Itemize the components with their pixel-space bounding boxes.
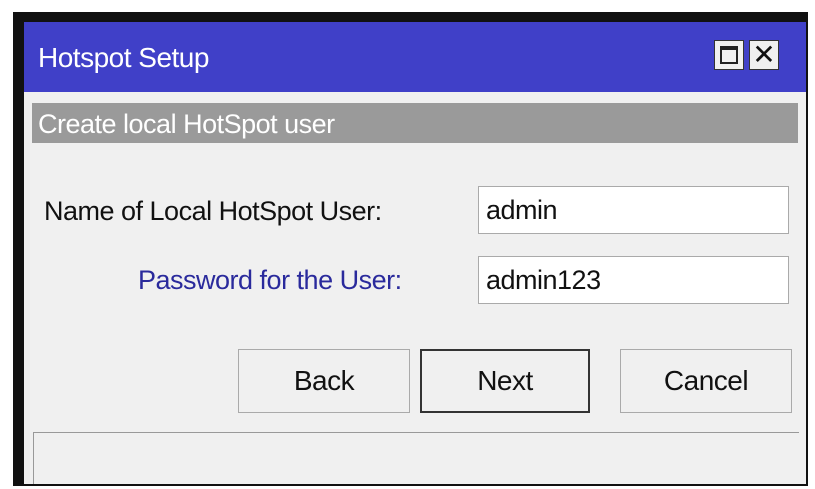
password-label: Password for the User: [138,265,402,295]
close-icon: ✕ [752,39,776,70]
username-input[interactable]: admin [478,186,789,234]
section-title: Create local HotSpot user [38,109,335,139]
username-label: Name of Local HotSpot User: [44,196,382,226]
status-bar [33,432,799,484]
dialog-window: Hotspot Setup ✕ Create local HotSpot use… [13,12,808,486]
next-button[interactable]: Next [420,349,590,413]
maximize-button[interactable] [714,40,744,70]
screenshot-frame: Hotspot Setup ✕ Create local HotSpot use… [0,0,815,489]
section-header: Create local HotSpot user [32,103,798,143]
maximize-icon [720,46,738,64]
window-title: Hotspot Setup [38,42,209,73]
close-button[interactable]: ✕ [749,39,779,70]
cancel-button[interactable]: Cancel [620,349,792,413]
password-input[interactable]: admin123 [478,256,789,304]
back-button[interactable]: Back [238,349,410,413]
dialog-body: Hotspot Setup ✕ Create local HotSpot use… [24,22,806,484]
title-bar[interactable]: Hotspot Setup ✕ [24,22,806,92]
